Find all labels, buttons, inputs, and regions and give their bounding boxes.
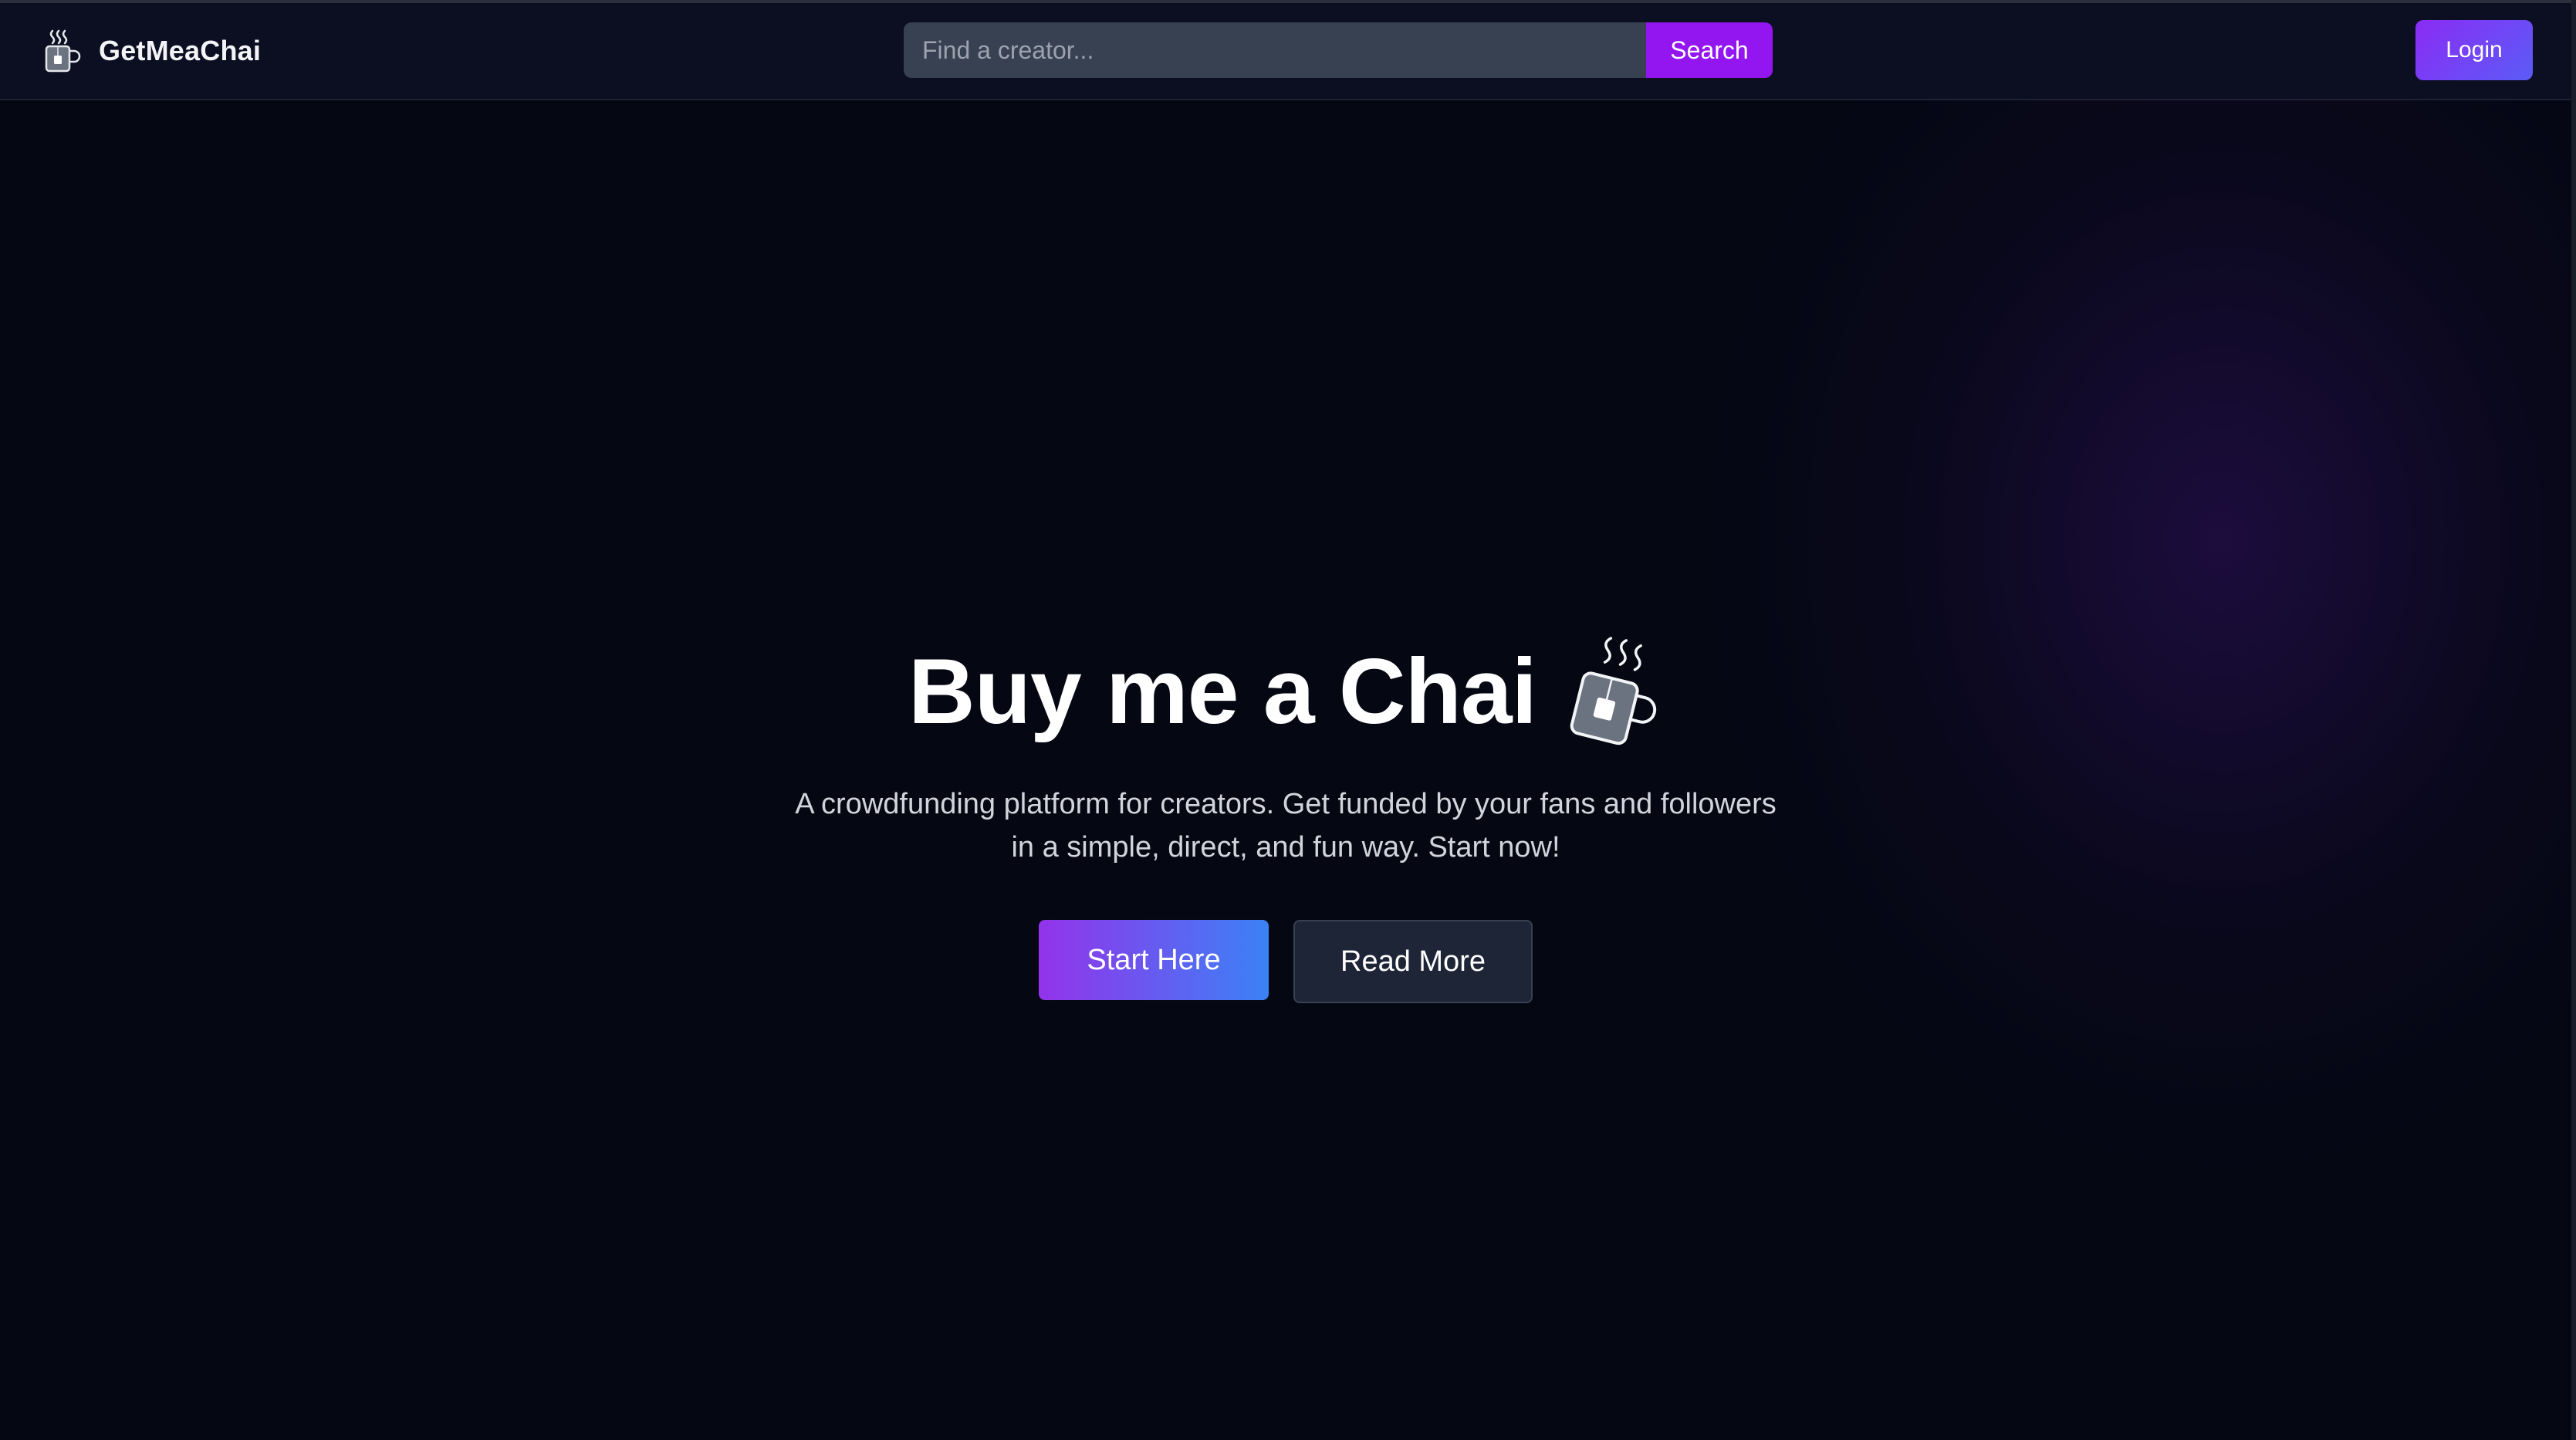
window-right-border bbox=[2571, 0, 2576, 1440]
hero-subtitle: A crowdfunding platform for creators. Ge… bbox=[0, 783, 2571, 869]
hero-subtitle-line-2: in a simple, direct, and fun way. Start … bbox=[1011, 831, 1560, 864]
search-button[interactable]: Search bbox=[1646, 22, 1773, 78]
tea-cup-icon bbox=[1570, 637, 1657, 745]
login-button[interactable]: Login bbox=[2415, 20, 2533, 80]
hero-title: Buy me a Chai bbox=[908, 640, 1537, 743]
start-here-button[interactable]: Start Here bbox=[1039, 920, 1269, 1000]
navbar: GetMeaChai Search Login bbox=[0, 3, 2571, 100]
hero-subtitle-line-1: A crowdfunding platform for creators. Ge… bbox=[795, 788, 1776, 820]
hero-title-row: Buy me a Chai bbox=[0, 630, 2571, 753]
tea-cup-icon bbox=[45, 29, 81, 73]
hero-buttons: Start Here Read More bbox=[0, 920, 2571, 1003]
read-more-button[interactable]: Read More bbox=[1293, 920, 1533, 1003]
search-input[interactable] bbox=[904, 22, 1646, 78]
brand[interactable]: GetMeaChai bbox=[42, 26, 261, 76]
brand-name: GetMeaChai bbox=[99, 35, 262, 66]
page: GetMeaChai Search Login Buy me a Chai bbox=[0, 0, 2576, 1440]
search-bar: Search bbox=[904, 22, 1773, 78]
